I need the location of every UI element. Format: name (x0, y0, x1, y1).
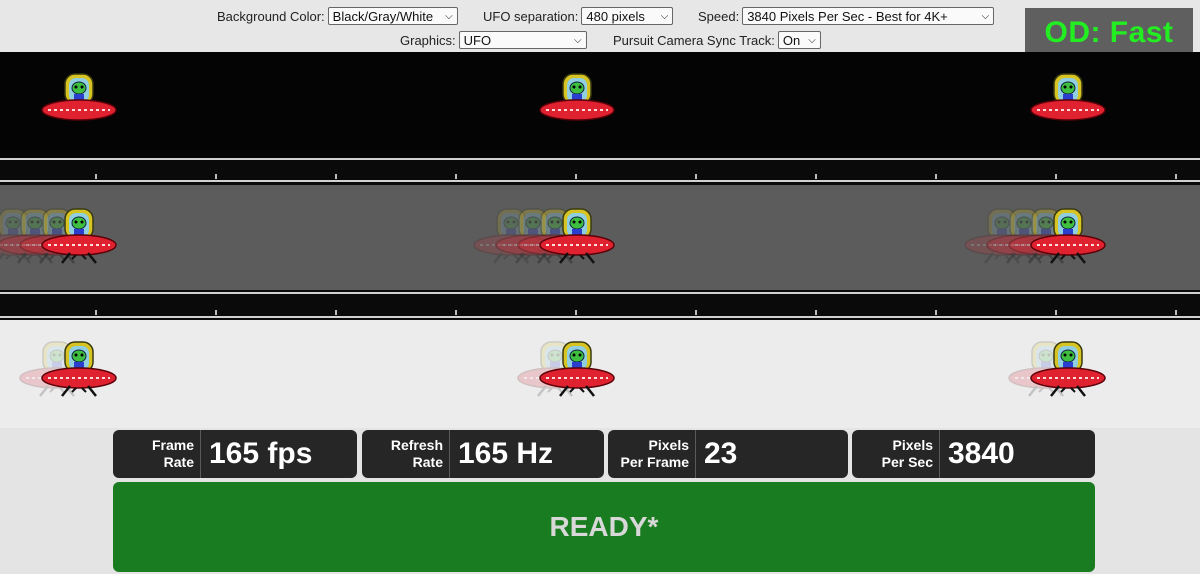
frame-rate-label: Frame Rate (113, 430, 201, 478)
track-separator (0, 290, 1200, 320)
graphics-label: Graphics: (400, 32, 456, 48)
ufo-icon (538, 72, 616, 137)
track-tick (335, 174, 337, 179)
track-tick (335, 310, 337, 315)
track-tick (1175, 174, 1177, 179)
graphics-select[interactable]: UFO ⌵ (458, 31, 587, 49)
track-tick (455, 310, 457, 315)
ufo-separation-select[interactable]: 480 pixels ⌵ (581, 7, 674, 25)
refresh-rate-label: Refresh Rate (362, 430, 450, 478)
track-tick (1175, 310, 1177, 315)
pixels-per-frame-label: Pixels Per Frame (608, 430, 696, 478)
lane-black (0, 52, 1200, 158)
frame-rate-stat: Frame Rate 165 fps (113, 430, 357, 478)
pursuit-camera-select[interactable]: On ⌵ (777, 31, 821, 49)
pixels-per-sec-value: 3840 (948, 437, 1015, 470)
refresh-rate-value: 165 Hz (458, 437, 554, 470)
track-tick (935, 174, 937, 179)
od-badge: OD: Fast (1025, 8, 1193, 58)
pursuit-camera-label: Pursuit Camera Sync Track: (613, 32, 775, 48)
track-tick (575, 174, 577, 179)
speed-label: Speed: (698, 8, 740, 24)
ufo-icon (40, 72, 118, 137)
pursuit-camera-control: Pursuit Camera Sync Track: On ⌵ (613, 31, 821, 49)
speed-select[interactable]: 3840 Pixels Per Sec - Best for 4K+ ⌵ (742, 7, 995, 25)
chevron-down-icon: ⌵ (574, 34, 582, 46)
background-color-control: Background Color: Black/Gray/White ⌵ (217, 7, 458, 25)
pixels-per-frame-stat: Pixels Per Frame 23 (608, 430, 848, 478)
background-color-value: Black/Gray/White (332, 8, 434, 24)
ufo-icon (40, 340, 118, 405)
lane-gray (0, 185, 1200, 290)
graphics-value: UFO (463, 32, 492, 48)
speed-value: 3840 Pixels Per Sec - Best for 4K+ (747, 8, 948, 24)
track-tick (695, 310, 697, 315)
chevron-down-icon: ⌵ (808, 34, 816, 46)
lane-white (0, 320, 1200, 428)
controls-bar: Background Color: Black/Gray/White ⌵ UFO… (0, 0, 1200, 52)
chevron-down-icon: ⌵ (981, 10, 990, 22)
track-tick (935, 310, 937, 315)
track-tick (815, 310, 817, 315)
ufo-icon (1029, 340, 1107, 405)
track-tick (1055, 174, 1057, 179)
frame-rate-value: 165 fps (209, 437, 313, 470)
pursuit-camera-value: On (782, 32, 801, 48)
pixels-per-sec-label: Pixels Per Sec (852, 430, 940, 478)
track-tick (95, 310, 97, 315)
track-tick (95, 174, 97, 179)
track-tick (215, 174, 217, 179)
track-tick (815, 174, 817, 179)
track-tick (455, 174, 457, 179)
ufo-icon (40, 207, 118, 272)
ufo-icon (1029, 207, 1107, 272)
pixels-per-sec-stat: Pixels Per Sec 3840 (852, 430, 1095, 478)
ufo-separation-control: UFO separation: 480 pixels ⌵ (483, 7, 674, 25)
track-separator (0, 158, 1200, 185)
ufo-icon (1029, 72, 1107, 137)
graphics-control: Graphics: UFO ⌵ (400, 31, 587, 49)
refresh-rate-stat: Refresh Rate 165 Hz (362, 430, 604, 478)
ufo-icon (538, 340, 616, 405)
background-color-label: Background Color: (217, 8, 325, 24)
speed-control: Speed: 3840 Pixels Per Sec - Best for 4K… (698, 7, 995, 25)
pixels-per-frame-value: 23 (704, 437, 738, 470)
track-tick (695, 174, 697, 179)
track-tick (215, 310, 217, 315)
ready-status-bar[interactable]: READY* (113, 482, 1095, 572)
track-tick (1055, 310, 1057, 315)
chevron-down-icon: ⌵ (660, 10, 669, 22)
track-tick (575, 310, 577, 315)
ufo-separation-label: UFO separation: (483, 8, 579, 24)
ufo-icon (538, 207, 616, 272)
background-color-select[interactable]: Black/Gray/White ⌵ (327, 7, 458, 25)
ufo-separation-value: 480 pixels (586, 8, 645, 24)
chevron-down-icon: ⌵ (445, 10, 453, 22)
